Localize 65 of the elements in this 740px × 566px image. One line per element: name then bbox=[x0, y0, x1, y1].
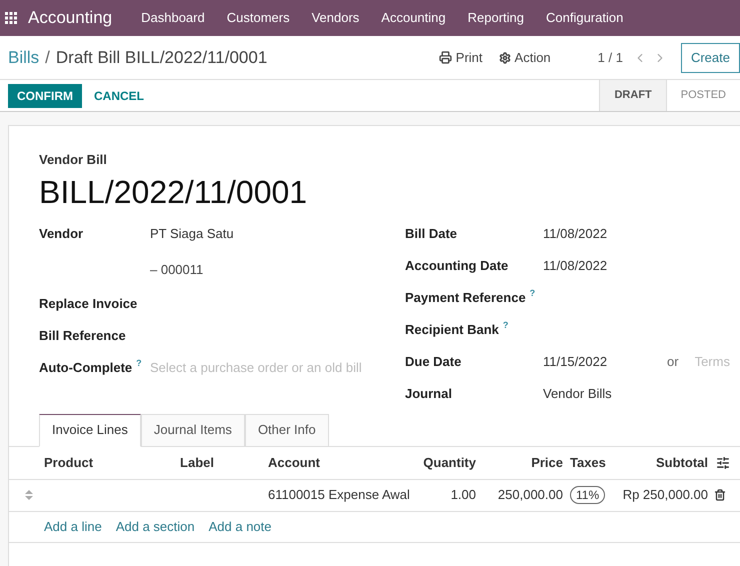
document-number: BILL/2022/11/0001 bbox=[39, 172, 308, 212]
field-label: Replace Invoice bbox=[39, 294, 138, 313]
settings-icon bbox=[498, 52, 511, 64]
column-header[interactable]: Quantity bbox=[414, 452, 476, 472]
tab[interactable]: Journal Items bbox=[140, 414, 245, 446]
pager: 1 / 1 bbox=[598, 48, 623, 67]
field-value[interactable]: 11/08/2022 bbox=[543, 224, 667, 243]
column-header[interactable]: Product bbox=[44, 452, 134, 472]
table-cell-text: 250,000.00 bbox=[496, 486, 563, 504]
help-mark[interactable]: ? bbox=[530, 288, 536, 298]
breadcrumb-current: Draft Bill BILL/2022/11/0001 bbox=[56, 46, 268, 69]
table-cell-text: Rp 250,000.00 bbox=[622, 486, 708, 504]
field-value[interactable]: PT Siaga Satu bbox=[150, 224, 350, 243]
help-mark[interactable]: ? bbox=[136, 358, 142, 368]
delete-icon[interactable] bbox=[714, 489, 726, 501]
menu-item[interactable]: Vendors bbox=[300, 8, 370, 28]
menu-item[interactable]: Reporting bbox=[456, 8, 535, 28]
apps-menu-icon[interactable] bbox=[5, 12, 17, 24]
tax-tag: 11% bbox=[570, 486, 606, 504]
field-label: Bill Reference bbox=[39, 326, 126, 344]
column-settings-icon[interactable] bbox=[716, 456, 730, 470]
table-cell-text: 61100015 Expense Awal bbox=[267, 486, 411, 504]
column-header[interactable]: Taxes bbox=[563, 452, 615, 472]
create-button[interactable]: Create bbox=[680, 42, 740, 72]
menu-item[interactable]: Accounting bbox=[370, 8, 457, 28]
field-label: Auto-Complete bbox=[39, 358, 132, 377]
or-label: or bbox=[667, 352, 679, 370]
print-button[interactable]: Print bbox=[438, 48, 483, 68]
breadcrumb-separator: / bbox=[45, 46, 50, 69]
field-value[interactable]: 11/08/2022 bbox=[543, 256, 667, 275]
cancel-button[interactable]: CANCEL bbox=[84, 84, 154, 108]
add-link[interactable]: Add a section bbox=[116, 516, 195, 536]
menu-item[interactable]: Dashboard bbox=[130, 8, 216, 28]
field-label: Recipient Bank bbox=[405, 320, 499, 339]
field-label: Due Date bbox=[405, 352, 462, 370]
field-label: Accounting Date bbox=[405, 256, 508, 275]
menu-item[interactable]: Customers bbox=[216, 8, 301, 28]
breadcrumb-link[interactable]: Bills bbox=[8, 44, 40, 70]
field-label: Journal bbox=[405, 384, 452, 402]
input-field[interactable]: Terms bbox=[694, 352, 740, 371]
add-link[interactable]: Add a note bbox=[208, 516, 272, 536]
column-header[interactable]: Price bbox=[476, 452, 563, 472]
action-button[interactable]: Action bbox=[498, 48, 551, 68]
menu-item[interactable]: Configuration bbox=[535, 8, 634, 28]
column-header[interactable]: Subtotal bbox=[615, 452, 708, 472]
field-label: Payment Reference bbox=[405, 288, 526, 307]
field-value[interactable]: Vendor Bills bbox=[543, 384, 667, 403]
column-header[interactable]: Label bbox=[134, 452, 214, 472]
column-header[interactable]: Account bbox=[214, 452, 414, 472]
field-label: Vendor bbox=[39, 224, 84, 242]
status-stage[interactable]: DRAFT bbox=[599, 80, 666, 111]
input-field[interactable]: Select a purchase order or an old bill bbox=[150, 358, 405, 377]
tab[interactable]: Other Info bbox=[244, 414, 329, 446]
field-label: Bill Date bbox=[405, 224, 458, 242]
app-name[interactable]: Accounting bbox=[28, 5, 112, 31]
drag-handle-icon[interactable] bbox=[25, 490, 33, 500]
add-link[interactable]: Add a line bbox=[44, 516, 102, 536]
field-value[interactable]: 11/15/2022 bbox=[543, 352, 667, 371]
confirm-button[interactable]: CONFIRM bbox=[8, 84, 82, 108]
tab[interactable]: Invoice Lines bbox=[39, 414, 141, 446]
field-value: – 000011 bbox=[150, 260, 204, 278]
printer-icon bbox=[438, 51, 452, 64]
help-mark[interactable]: ? bbox=[502, 320, 508, 330]
table-cell-text: 1.00 bbox=[450, 486, 476, 504]
document-type: Vendor Bill bbox=[39, 151, 108, 169]
